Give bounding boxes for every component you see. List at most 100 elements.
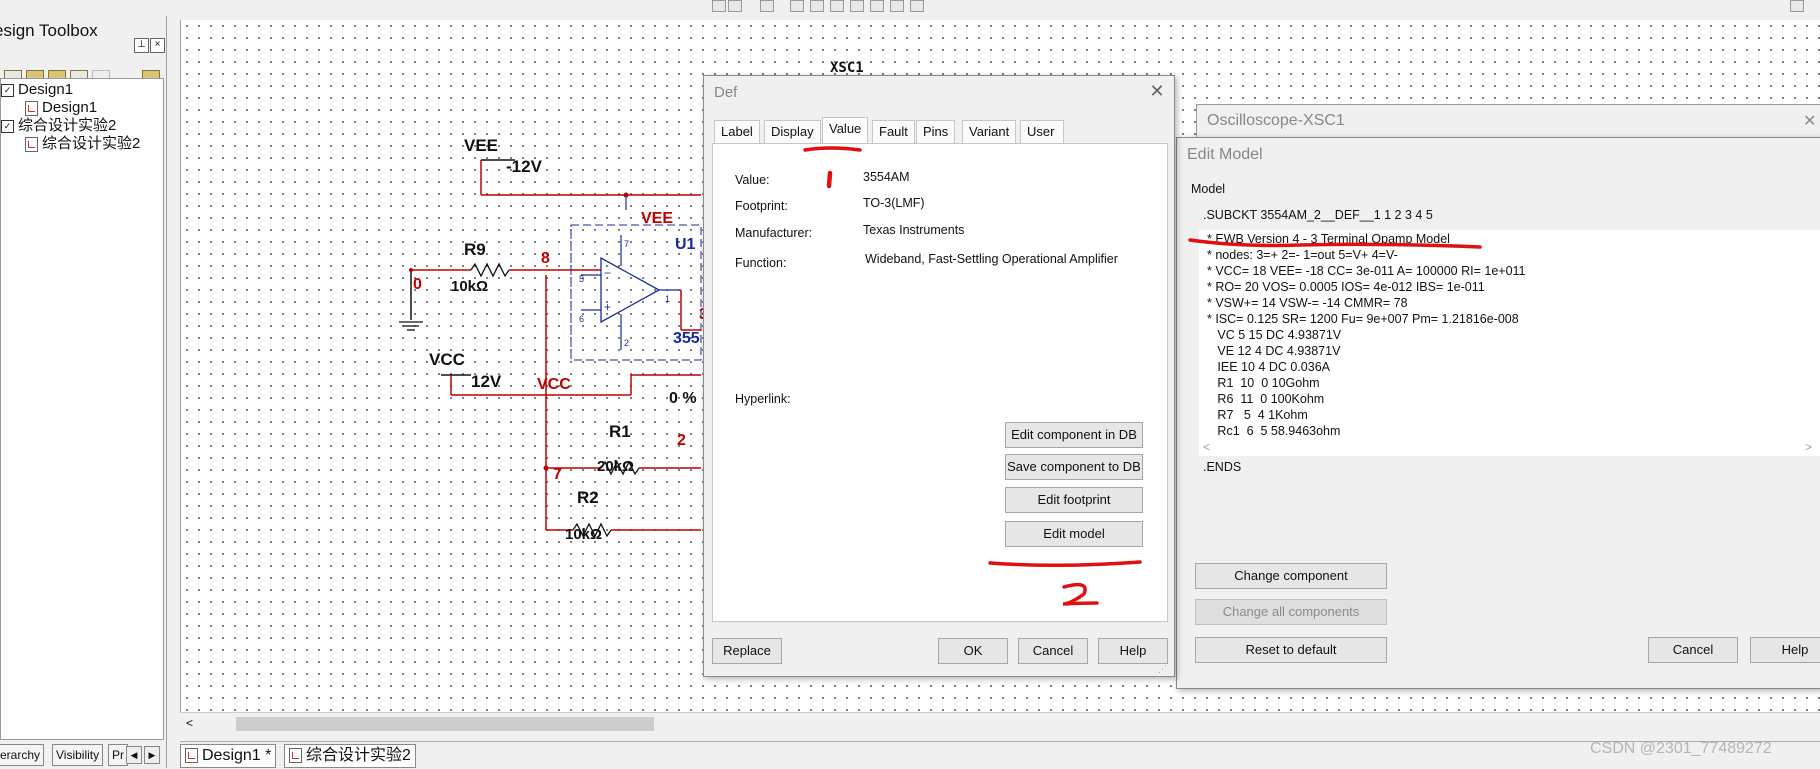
tree-item-design1-doc[interactable]: Design1 <box>25 99 97 117</box>
edit-footprint-button[interactable]: Edit footprint <box>1005 487 1143 513</box>
def-dialog: Def ✕ Label Display Value Fault Pins Var… <box>703 75 1175 677</box>
document-tabs: Design1 * 综合设计实验2 <box>180 741 1820 769</box>
manufacturer-field-label: Manufacturer: <box>735 226 813 240</box>
resize-grip-icon[interactable]: ⋰ <box>1158 664 1168 674</box>
tree-item-project2-doc[interactable]: 综合设计实验2 <box>25 135 140 153</box>
tab-display[interactable]: Display <box>764 120 821 144</box>
tab-value[interactable]: Value <box>822 117 869 144</box>
toolbar-button[interactable] <box>790 0 804 12</box>
scroll-left-icon[interactable]: < <box>186 716 193 730</box>
net-vee: VEE <box>641 210 674 227</box>
tab-visibility[interactable]: Visibility <box>52 744 104 766</box>
toolbar-button[interactable] <box>910 0 924 12</box>
cancel-button[interactable]: Cancel <box>1018 638 1088 664</box>
help-button[interactable]: Help <box>1750 637 1820 663</box>
ok-button[interactable]: OK <box>938 638 1008 664</box>
edit-model-dialog: Edit Model Model .SUBCKT 3554AM_2__DEF__… <box>1176 137 1820 689</box>
model-line: VC 5 15 DC 4.93871V <box>1207 328 1342 342</box>
pin-icon[interactable]: ⊥ <box>134 38 149 53</box>
model-horizontal-scrollbar[interactable]: < > <box>1199 440 1820 456</box>
scrollbar-thumb[interactable] <box>236 717 654 731</box>
model-line: * ISC= 0.125 SR= 1200 Fu= 9e+007 Pm= 1.2… <box>1207 312 1519 326</box>
model-line: VE 12 4 DC 4.93871V <box>1207 344 1341 358</box>
replace-button[interactable]: Replace <box>712 638 782 664</box>
tab-project[interactable]: Pr <box>108 744 128 766</box>
model-line: * VCC= 18 VEE= -18 CC= 3e-011 A= 100000 … <box>1207 264 1526 278</box>
checkbox-icon[interactable]: ✓ <box>1 83 14 97</box>
tab-user-fields[interactable]: User fields <box>1020 120 1065 161</box>
edit-component-in-db-button[interactable]: Edit component in DB <box>1005 422 1143 448</box>
save-component-to-db-button[interactable]: Save component to DB <box>1005 454 1143 480</box>
pin-7: 7 <box>624 239 630 249</box>
toolbar-button[interactable] <box>870 0 884 12</box>
checkbox-icon[interactable]: ✓ <box>1 119 14 133</box>
tree-item-design1[interactable]: ✓ Design1 <box>1 81 73 99</box>
part-number-label: 355 <box>673 330 700 347</box>
pin-6: 6 <box>579 314 585 324</box>
footprint-field[interactable]: TO-3(LMF) <box>863 196 925 210</box>
toolbar-button[interactable] <box>810 0 824 12</box>
toolbar-button[interactable] <box>890 0 904 12</box>
model-line: R1 10 0 10Gohm <box>1207 376 1320 390</box>
tree-item-label: Design1 <box>18 81 74 98</box>
toolbar-button[interactable] <box>850 0 864 12</box>
toolbar-button[interactable] <box>830 0 844 12</box>
close-icon[interactable]: × <box>150 38 165 53</box>
search-icon[interactable] <box>1790 0 1804 12</box>
value-field[interactable]: 3554AM <box>863 170 910 184</box>
tab-fault[interactable]: Fault <box>872 120 915 144</box>
manufacturer-field[interactable]: Texas Instruments <box>863 223 964 237</box>
tab-scroll-left[interactable]: ◀ <box>126 746 142 764</box>
watermark: CSDN @2301_77489272 <box>1590 740 1772 757</box>
ends-line: .ENDS <box>1203 460 1242 474</box>
model-text-area[interactable]: * EWB Version 4 - 3 Terminal Opamp Model… <box>1199 230 1820 440</box>
vcc-value: 12V <box>471 372 502 391</box>
edit-model-button[interactable]: Edit model <box>1005 521 1143 547</box>
model-line: * VSW+= 14 VSW-= -14 CMMR= 78 <box>1207 296 1408 310</box>
model-line: Rc1 6 5 58.9463ohm <box>1207 424 1341 438</box>
schematic-document-icon <box>289 748 302 764</box>
tab-label: Design1 * <box>202 747 272 764</box>
tab-label[interactable]: Label <box>714 120 760 144</box>
hyperlink-label: Hyperlink: <box>735 392 791 406</box>
net-8: 8 <box>541 250 550 267</box>
close-icon[interactable]: ✕ <box>1148 82 1166 100</box>
tab-scroll-right[interactable]: ▶ <box>144 746 160 764</box>
top-toolbar <box>0 0 1820 16</box>
cancel-button[interactable]: Cancel <box>1648 637 1738 663</box>
vee-value: -12V <box>506 157 542 176</box>
pause-button[interactable] <box>728 0 742 12</box>
oscilloscope-title: Oscilloscope-XSC1 <box>1207 112 1345 129</box>
help-button[interactable]: Help <box>1098 638 1168 664</box>
project-tree: ✓ Design1 Design1 ✓ 综合设计实验2 综合设计实验2 <box>0 78 164 740</box>
run-button[interactable] <box>712 0 726 12</box>
canvas-horizontal-scrollbar[interactable]: < <box>180 712 1820 735</box>
schematic-document-icon <box>185 748 198 764</box>
percent-label: 0 % <box>669 390 697 407</box>
vee-label: VEE <box>464 136 499 155</box>
net-0: 0 <box>413 276 422 293</box>
function-field[interactable]: Wideband, Fast-Settling Operational Ampl… <box>865 252 1118 266</box>
tab-pins[interactable]: Pins <box>916 120 956 144</box>
tab-project2[interactable]: 综合设计实验2 <box>284 744 416 768</box>
tab-hierarchy[interactable]: erarchy <box>0 744 45 766</box>
model-line: R6 11 0 100Kohm <box>1207 392 1325 406</box>
scroll-left-icon[interactable]: < <box>1203 440 1210 454</box>
tab-variant[interactable]: Variant <box>962 120 1017 144</box>
tree-item-project2[interactable]: ✓ 综合设计实验2 <box>1 117 116 135</box>
tree-item-label: 综合设计实验2 <box>42 135 141 152</box>
close-icon[interactable]: ✕ <box>1803 111 1816 131</box>
schematic-document-icon <box>25 100 38 116</box>
scroll-right-icon[interactable]: > <box>1805 440 1812 454</box>
change-all-components-button: Change all components <box>1195 599 1387 625</box>
opamp-minus: − <box>604 266 612 280</box>
stop-button[interactable] <box>760 0 774 12</box>
u1-label: U1 <box>675 236 696 253</box>
footprint-field-label: Footprint: <box>735 199 788 213</box>
tab-design1[interactable]: Design1 * <box>180 744 277 768</box>
oscilloscope-window: Oscilloscope-XSC1 ✕ <box>1196 104 1820 140</box>
reset-to-default-button[interactable]: Reset to default <box>1195 637 1387 663</box>
net-7: 7 <box>553 466 562 483</box>
model-line: IEE 10 4 DC 0.036A <box>1207 360 1330 374</box>
change-component-button[interactable]: Change component <box>1195 563 1387 589</box>
